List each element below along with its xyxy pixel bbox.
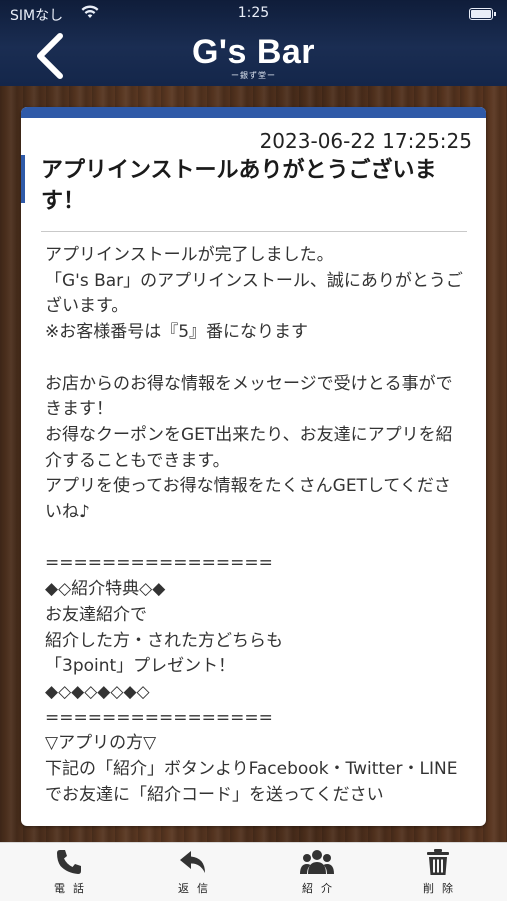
message-date: 2023-06-22 17:25:25 <box>259 129 472 153</box>
users-icon <box>300 850 334 874</box>
tab-delete[interactable]: 削除 <box>393 847 483 899</box>
tab-introduce[interactable]: 紹介 <box>272 847 362 899</box>
tab-reply-label: 返信 <box>178 882 216 895</box>
battery-icon <box>469 8 496 20</box>
clock: 1:25 <box>237 5 270 21</box>
tab-phone-label: 電話 <box>54 882 92 895</box>
message-title: アプリインストールありがとうございます！ <box>41 158 437 214</box>
brand-subtitle: ー銀ず堂ー <box>231 71 276 80</box>
phone-icon <box>57 850 81 874</box>
title-accent <box>21 155 25 203</box>
tab-introduce-label: 紹介 <box>302 882 340 895</box>
bottom-tab-bar: 電話 返信 紹介 削除 <box>0 842 507 901</box>
card-top-bar <box>21 107 486 118</box>
title-divider <box>41 231 467 232</box>
brand-name: G's Bar <box>191 33 316 71</box>
message-body[interactable]: アプリインストールが完了しました。 「G's Bar」のアプリインストール、誠に… <box>45 243 465 826</box>
tab-phone[interactable]: 電話 <box>24 847 114 899</box>
message-card: 2023-06-22 17:25:25 アプリインストールありがとうございます！… <box>21 107 486 826</box>
brand-logo: G's Bar ー銀ず堂ー <box>0 33 507 81</box>
reply-icon <box>180 851 205 873</box>
tab-delete-label: 削除 <box>423 882 461 895</box>
tab-reply[interactable]: 返信 <box>148 847 238 899</box>
status-bar: SIMなし 1:25 <box>0 0 507 28</box>
trash-icon <box>427 849 449 875</box>
app-header: SIMなし 1:25 G's Bar ー銀ず堂ー <box>0 0 507 86</box>
